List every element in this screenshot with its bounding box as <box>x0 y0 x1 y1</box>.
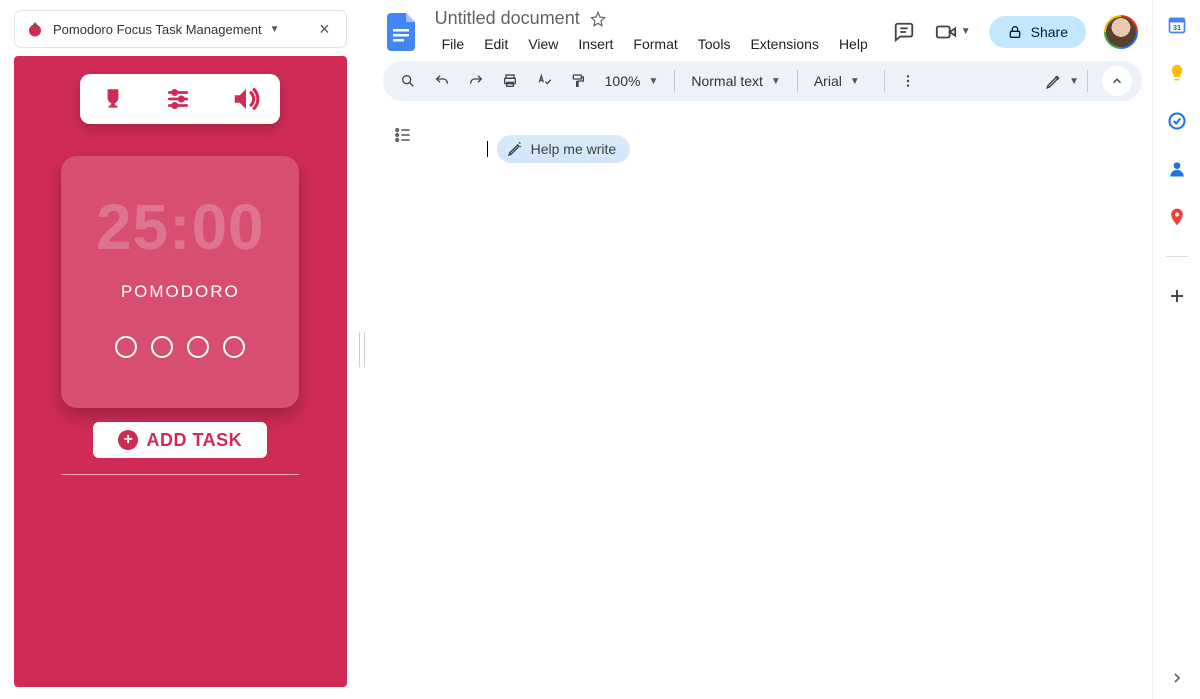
theme-icon[interactable] <box>100 86 126 112</box>
font-dropdown[interactable]: Arial▼ <box>806 73 876 89</box>
collapse-toolbar-icon[interactable] <box>1102 66 1132 96</box>
plus-icon: + <box>118 430 138 450</box>
menu-bar: FileEditViewInsertFormatToolsExtensionsH… <box>433 33 877 55</box>
extension-dropdown-icon[interactable]: ▼ <box>270 24 280 35</box>
extension-header: Pomodoro Focus Task Management ▼ × <box>14 10 347 48</box>
contacts-icon[interactable] <box>1166 158 1188 180</box>
spellcheck-icon[interactable] <box>529 67 559 95</box>
tasks-icon[interactable] <box>1166 110 1188 132</box>
rail-divider <box>1166 256 1188 257</box>
star-icon[interactable] <box>590 11 606 27</box>
more-formatting-icon[interactable] <box>893 67 923 95</box>
side-panel: 31 <box>1152 0 1200 699</box>
menu-item-file[interactable]: File <box>433 33 474 55</box>
share-label: Share <box>1031 24 1068 40</box>
keep-icon[interactable] <box>1166 62 1188 84</box>
pomodoro-toolbar <box>80 74 280 124</box>
progress-dot <box>151 336 173 358</box>
share-button[interactable]: Share <box>989 16 1086 48</box>
close-icon[interactable]: × <box>313 17 336 42</box>
document-title[interactable]: Untitled document <box>435 8 580 29</box>
document-canvas[interactable]: Help me write <box>373 107 1152 699</box>
menu-item-tools[interactable]: Tools <box>689 33 740 55</box>
settings-icon[interactable] <box>165 86 191 112</box>
undo-icon[interactable] <box>427 67 457 95</box>
menu-item-view[interactable]: View <box>519 33 567 55</box>
menu-item-insert[interactable]: Insert <box>569 33 622 55</box>
progress-dot <box>223 336 245 358</box>
menu-item-extensions[interactable]: Extensions <box>741 33 827 55</box>
paint-format-icon[interactable] <box>563 67 593 95</box>
timer-label: POMODORO <box>121 282 240 302</box>
hide-side-panel-icon[interactable] <box>1166 667 1188 689</box>
calendar-icon[interactable]: 31 <box>1166 14 1188 36</box>
add-addon-icon[interactable] <box>1166 285 1188 307</box>
paragraph-style-dropdown[interactable]: Normal text▼ <box>683 73 788 89</box>
meet-icon[interactable]: ▼ <box>935 19 971 45</box>
pomodoro-panel: 25:00 POMODORO + ADD TASK <box>14 56 347 687</box>
docs-logo-icon[interactable] <box>385 10 419 54</box>
comments-icon[interactable] <box>891 19 917 45</box>
pane-resize-handle[interactable] <box>351 0 373 699</box>
timer-card: 25:00 POMODORO <box>61 156 299 408</box>
progress-dot <box>115 336 137 358</box>
search-icon[interactable] <box>393 67 423 95</box>
add-task-label: ADD TASK <box>146 430 242 451</box>
divider-line <box>61 474 299 475</box>
redo-icon[interactable] <box>461 67 491 95</box>
extension-title: Pomodoro Focus Task Management <box>53 22 262 37</box>
add-task-button[interactable]: + ADD TASK <box>93 422 267 458</box>
formatting-toolbar: 100%▼ Normal text▼ Arial▼ ▼ <box>383 61 1142 101</box>
editing-mode-dropdown[interactable]: ▼ <box>1045 72 1079 90</box>
menu-item-edit[interactable]: Edit <box>475 33 517 55</box>
svg-text:31: 31 <box>1172 23 1180 32</box>
help-me-write-label: Help me write <box>531 141 617 157</box>
help-me-write-chip[interactable]: Help me write <box>497 135 631 163</box>
progress-dot <box>187 336 209 358</box>
print-icon[interactable] <box>495 67 525 95</box>
outline-toggle-icon[interactable] <box>391 123 415 147</box>
menu-item-help[interactable]: Help <box>830 33 877 55</box>
timer-value: 25:00 <box>96 190 265 264</box>
menu-item-format[interactable]: Format <box>624 33 686 55</box>
account-avatar[interactable] <box>1104 15 1138 49</box>
volume-icon[interactable] <box>231 84 261 114</box>
zoom-dropdown[interactable]: 100%▼ <box>597 73 667 89</box>
maps-icon[interactable] <box>1166 206 1188 228</box>
pomodoro-logo-icon <box>25 19 45 39</box>
timer-progress-dots <box>115 336 245 358</box>
text-cursor <box>487 141 488 157</box>
